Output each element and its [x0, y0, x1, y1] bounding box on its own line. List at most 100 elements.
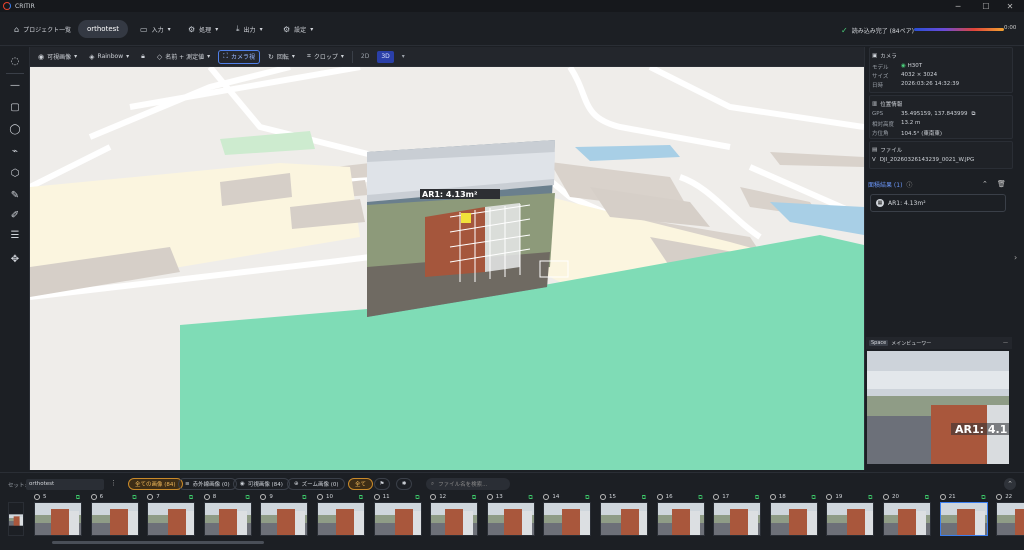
radio-icon[interactable] [486, 494, 493, 500]
annotation-item[interactable]: ▦ AR1: 4.13m² [870, 194, 1006, 212]
colormap-dropdown[interactable]: ◈ Rainbow ▾ [85, 50, 133, 64]
filmstrip-scrollbar[interactable] [52, 541, 264, 544]
mode-3d-button[interactable]: 3D [377, 50, 394, 63]
radio-icon[interactable] [373, 494, 380, 500]
move-tool-icon[interactable]: ✥ [6, 251, 24, 267]
set-selector[interactable]: orthotest [26, 479, 104, 490]
thumbnail-item[interactable]: 16 ⧉ [656, 494, 705, 538]
project-tab[interactable]: orthotest [78, 20, 128, 38]
line-tool-icon[interactable]: — [6, 77, 24, 93]
copy-icon[interactable]: ⧉ [971, 111, 975, 118]
thumbnail-item[interactable]: 17 ⧉ [713, 494, 762, 538]
radio-icon[interactable] [656, 494, 663, 500]
thumbnail-item[interactable]: 13 ⧉ [486, 494, 535, 538]
download-icon: ⤓ [236, 24, 240, 33]
thumbnail-item[interactable]: 8 ⧉ [203, 494, 252, 538]
radio-icon[interactable] [260, 494, 267, 500]
polygon-tool-icon[interactable]: ⬡ [6, 165, 24, 181]
visible-image-dropdown[interactable]: ◉ 可視画像 ▾ [34, 50, 81, 64]
lock-button[interactable]: 🔒︎ [137, 50, 149, 64]
mode-dropdown[interactable]: ▾ [398, 51, 409, 63]
thumbnail-item[interactable]: 12 ⧉ [430, 494, 479, 538]
thumbnail-item[interactable]: 20 ⧉ [883, 494, 931, 538]
thumbnail-number: 9 [260, 494, 273, 500]
radio-icon[interactable] [34, 494, 40, 500]
radio-icon[interactable] [90, 494, 97, 500]
thumbnail-item[interactable]: 14 ⧉ [543, 494, 592, 538]
radio-icon[interactable] [713, 494, 720, 500]
filename-search-input[interactable]: ⌕ ファイル名を検索... [426, 478, 510, 490]
settings-menu[interactable]: ⚙ 設定 ▾ [283, 20, 313, 38]
filter-all-flags[interactable]: 全て [348, 478, 374, 490]
status-flag-icon: ⧉ [981, 494, 986, 501]
radio-icon[interactable] [996, 494, 1003, 500]
thumbnail-item[interactable]: 15 ⧉ [600, 494, 648, 538]
select-tool-icon[interactable]: ◌ [6, 53, 24, 69]
trash-icon[interactable]: 🗑︎ [997, 180, 1006, 188]
chevron-down-icon: ▾ [291, 53, 295, 60]
mode-2d-button[interactable]: 2D [357, 51, 373, 63]
process-menu[interactable]: ⚙ 処理 ▾ [188, 20, 218, 38]
collapse-icon[interactable]: ⌃ [982, 180, 988, 188]
polyline-tool-icon[interactable]: ⌁ [6, 143, 24, 159]
thumbnail-number: 14 [543, 494, 559, 500]
thumbnail-item[interactable]: 6 ⧉ [90, 494, 139, 538]
thumbnail-item[interactable]: 10 ⧉ [317, 494, 365, 538]
crop-dropdown[interactable]: ⌗ クロップ ▾ [303, 50, 348, 64]
rect-tool-icon[interactable]: ▢ [6, 99, 24, 115]
thumbnail-item[interactable]: 7 ⧉ [147, 494, 196, 538]
output-menu[interactable]: ⤓ 出力 ▾ [236, 20, 263, 38]
thumbnail-item[interactable]: 5 ⧉ [34, 494, 82, 538]
pen-tool-icon[interactable]: ✎ [6, 187, 24, 203]
filter-visible-images[interactable]: ◉ 可視画像 (84) [233, 478, 290, 490]
label-mode-dropdown[interactable]: ◇ 名前 + 測定値 ▾ [153, 50, 214, 64]
rotate-dropdown[interactable]: ↻ 回転 ▾ [264, 50, 299, 64]
thumbnail-item[interactable]: 19 ⧉ [826, 494, 875, 538]
more-icon[interactable]: ⋮ [110, 479, 117, 487]
radio-icon[interactable] [769, 494, 776, 500]
gps-value: 35.495159, 137.843999 [901, 111, 968, 117]
thumbnail-image [260, 502, 309, 536]
project-list-button[interactable]: ⌂ プロジェクト一覧 [14, 20, 71, 38]
thumbnail-item[interactable]: 11 ⧉ [373, 494, 422, 538]
radio-icon[interactable] [543, 494, 550, 500]
mini-viewer-image[interactable]: AR1: 4.1 [867, 351, 1009, 464]
filter-ir-images[interactable]: ≡ 赤外線画像 (0) [178, 478, 237, 490]
status-flag-icon: ⧉ [471, 494, 477, 501]
panel-expand-icon[interactable]: › [1014, 253, 1017, 262]
radio-icon[interactable] [600, 494, 606, 500]
home-icon: ⌂ [14, 24, 20, 34]
zoom-icon: ⊕ [294, 481, 299, 487]
filter-zoom-images[interactable]: ⊕ ズーム画像 (0) [287, 478, 346, 490]
radio-icon[interactable] [147, 494, 154, 500]
thumbnail-number: 18 [769, 494, 786, 500]
radio-icon[interactable] [430, 494, 437, 500]
radio-icon[interactable] [826, 494, 833, 500]
radio-icon[interactable] [203, 494, 210, 500]
thumbnail-item[interactable]: 18 ⧉ [769, 494, 818, 538]
thumbnail-item[interactable]: 21 ⧉ [939, 494, 988, 538]
adjust-tool-icon[interactable]: ☰ [6, 227, 24, 243]
radio-icon[interactable] [317, 494, 323, 500]
minimize-button[interactable]: ─ [944, 0, 972, 12]
radio-icon[interactable] [883, 494, 889, 500]
help-icon[interactable]: ⓘ [906, 180, 912, 189]
filmstrip-collapse-button[interactable]: ⌃ [1004, 478, 1016, 490]
minimize-icon[interactable]: — [1003, 340, 1008, 346]
flag-filter-button[interactable]: ⚑ [374, 478, 390, 490]
star-filter-button[interactable]: ✱ [396, 478, 412, 490]
thumbnail-item[interactable]: 9 ⧉ [260, 494, 309, 538]
close-button[interactable]: ✕ [996, 0, 1024, 12]
camera-view-button[interactable]: ⛶ カメラ視 [218, 49, 261, 64]
size-value: 4032 × 3024 [901, 72, 938, 78]
input-menu[interactable]: ▭ 入力 ▾ [140, 20, 171, 38]
radio-icon[interactable] [939, 494, 946, 500]
edit-tool-icon[interactable]: ✐ [6, 207, 24, 223]
circle-tool-icon[interactable]: ◯ [6, 121, 24, 137]
thumbnail-item[interactable]: 22⧉ [996, 494, 1024, 538]
thumbnail-item[interactable] [8, 494, 24, 538]
eye-icon: ◉ [38, 52, 45, 61]
filter-all-images[interactable]: 全ての画像 (84) [128, 478, 183, 490]
map-viewport-3d[interactable]: AR1: 4.13m² [30, 67, 864, 470]
file-icon: ▤ [872, 147, 878, 153]
